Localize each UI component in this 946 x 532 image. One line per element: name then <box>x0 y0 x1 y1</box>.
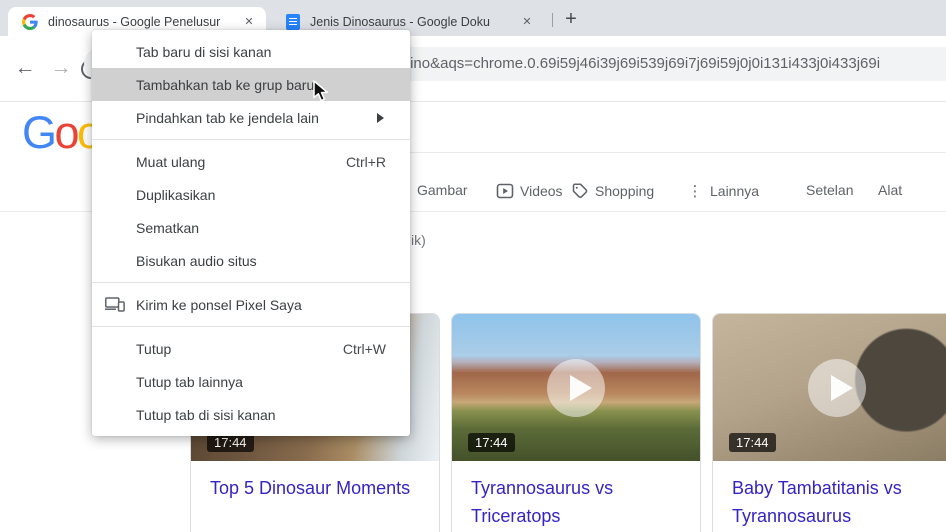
video-thumbnail[interactable]: 17:44 <box>452 314 700 461</box>
tab-lainnya[interactable]: ⋮ Lainnya <box>686 182 759 200</box>
video-title-link[interactable]: Baby Tambatitanis vs Tyrannosaurus <box>713 461 946 532</box>
menu-item-mute-site[interactable]: Bisukan audio situs <box>92 244 410 277</box>
menu-item-label: Sematkan <box>136 220 199 236</box>
play-triangle-icon <box>570 375 592 401</box>
search-box-bottom-edge <box>396 152 946 153</box>
menu-item-move-tab-to-other-window[interactable]: Pindahkan tab ke jendela lain <box>92 101 410 134</box>
menu-item-label: Bisukan audio situs <box>136 253 257 269</box>
video-icon <box>496 182 514 200</box>
tab-shopping[interactable]: Shopping <box>571 182 654 200</box>
duration-badge: 17:44 <box>468 433 515 452</box>
menu-item-label: Pindahkan tab ke jendela lain <box>136 110 319 126</box>
video-title-link[interactable]: Tyrannosaurus vs Triceratops <box>452 461 700 532</box>
tab-strip-divider <box>552 13 553 27</box>
result-tab-label: Alat <box>878 182 902 198</box>
menu-shortcut: Ctrl+R <box>346 154 386 170</box>
result-tab-label: Videos <box>520 183 563 199</box>
play-triangle-icon <box>831 375 853 401</box>
result-stats-fragment: ik) <box>411 232 426 248</box>
tab-title: Jenis Dinosaurus - Google Doku <box>310 15 518 29</box>
video-card[interactable]: 17:44 Baby Tambatitanis vs Tyrannosaurus <box>712 313 946 532</box>
submenu-arrow-icon <box>377 113 384 123</box>
menu-item-reload[interactable]: Muat ulang Ctrl+R <box>92 145 410 178</box>
menu-item-send-to-pixel[interactable]: Kirim ke ponsel Pixel Saya <box>92 288 410 321</box>
menu-item-label: Tutup tab lainnya <box>136 374 243 390</box>
menu-separator <box>92 282 410 283</box>
menu-separator <box>92 326 410 327</box>
logo-letter: o <box>55 107 78 158</box>
video-thumbnail[interactable]: 17:44 <box>713 314 946 461</box>
close-tab-icon[interactable]: ✕ <box>518 13 536 31</box>
menu-separator <box>92 139 410 140</box>
result-tab-label: Lainnya <box>710 183 759 199</box>
menu-item-label: Tutup tab di sisi kanan <box>136 407 276 423</box>
url-text: =dino&aqs=chrome.0.69i59j46i39j69i539j69… <box>393 55 880 72</box>
menu-item-add-tab-to-new-group[interactable]: Tambahkan tab ke grup baru <box>92 68 410 101</box>
tab-alat[interactable]: Alat <box>878 182 902 198</box>
result-tab-label: Setelan <box>806 182 853 198</box>
menu-shortcut: Ctrl+W <box>343 341 386 357</box>
tag-icon <box>571 182 589 200</box>
menu-item-label: Muat ulang <box>136 154 205 170</box>
menu-item-label: Kirim ke ponsel Pixel Saya <box>136 297 302 313</box>
tab-title: dinosaurus - Google Penelusur <box>48 15 240 29</box>
result-tab-label: Gambar <box>417 182 468 198</box>
video-card[interactable]: 17:44 Tyrannosaurus vs Triceratops <box>451 313 701 532</box>
duration-badge: 17:44 <box>729 433 776 452</box>
mouse-cursor-icon <box>312 80 333 103</box>
logo-letter: G <box>22 107 55 158</box>
menu-item-duplicate[interactable]: Duplikasikan <box>92 178 410 211</box>
tab-gambar[interactable]: Gambar <box>417 182 468 198</box>
google-docs-icon <box>286 14 300 30</box>
browser-window: Google Gambar Videos Shopping ⋮ Lainnya … <box>0 0 946 532</box>
play-button[interactable] <box>808 359 866 417</box>
menu-item-label: Tutup <box>136 341 171 357</box>
menu-item-close-other-tabs[interactable]: Tutup tab lainnya <box>92 365 410 398</box>
forward-icon[interactable]: → <box>46 53 76 83</box>
menu-item-label: Tab baru di sisi kanan <box>136 44 271 60</box>
menu-item-new-tab-right[interactable]: Tab baru di sisi kanan <box>92 35 410 68</box>
tab-setelan[interactable]: Setelan <box>806 182 853 198</box>
result-tab-label: Shopping <box>595 183 654 199</box>
back-icon[interactable]: ← <box>10 53 40 83</box>
menu-item-label: Tambahkan tab ke grup baru <box>136 77 314 93</box>
more-vertical-icon: ⋮ <box>686 182 704 200</box>
google-g-favicon <box>22 14 38 30</box>
play-button[interactable] <box>547 359 605 417</box>
tab-context-menu: Tab baru di sisi kanan Tambahkan tab ke … <box>92 30 410 436</box>
menu-item-label: Duplikasikan <box>136 187 215 203</box>
video-title-link[interactable]: Top 5 Dinosaur Moments <box>191 461 439 515</box>
devices-icon <box>105 297 125 315</box>
close-tab-icon[interactable]: ✕ <box>240 13 258 31</box>
menu-item-close[interactable]: Tutup Ctrl+W <box>92 332 410 365</box>
new-tab-icon[interactable]: + <box>558 6 584 32</box>
menu-item-close-tabs-to-right[interactable]: Tutup tab di sisi kanan <box>92 398 410 431</box>
menu-item-pin[interactable]: Sematkan <box>92 211 410 244</box>
tab-videos[interactable]: Videos <box>496 182 563 200</box>
